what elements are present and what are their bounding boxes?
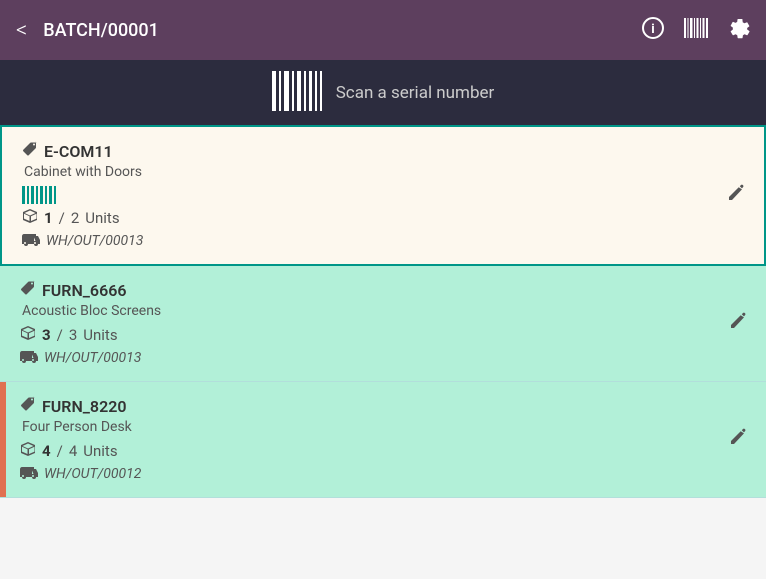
product-qty-row: 1 / 2 Units xyxy=(22,208,696,228)
product-list: E-COM11 Cabinet with Doors xyxy=(0,125,766,498)
qty-done: 4 xyxy=(42,442,51,460)
header-icons: i xyxy=(642,17,750,44)
box-icon xyxy=(20,441,36,461)
app-header: < BATCH/00001 i xyxy=(0,0,766,60)
product-id: E-COM11 xyxy=(44,142,113,161)
product-card: E-COM11 Cabinet with Doors xyxy=(0,125,766,266)
product-qty-row: 3 / 3 Units xyxy=(20,325,698,345)
product-id: FURN_8220 xyxy=(42,397,127,416)
box-icon xyxy=(22,208,38,228)
qty-total: 2 xyxy=(71,209,79,227)
box-icon xyxy=(20,325,36,345)
info-icon[interactable]: i xyxy=(642,17,664,44)
scan-bar: Scan a serial number xyxy=(0,60,766,125)
product-id-row: E-COM11 xyxy=(22,141,696,161)
product-order-row: WH/OUT/00012 xyxy=(20,465,698,483)
edit-button[interactable] xyxy=(710,382,766,497)
product-qty-row: 4 / 4 Units xyxy=(20,441,698,461)
qty-done: 1 xyxy=(44,209,53,227)
product-id: FURN_6666 xyxy=(42,281,127,300)
edit-button[interactable] xyxy=(710,266,766,381)
product-order-row: WH/OUT/00013 xyxy=(22,232,696,250)
qty-unit: Units xyxy=(85,209,119,227)
product-description: Acoustic Bloc Screens xyxy=(20,303,698,319)
truck-icon xyxy=(20,349,38,367)
order-ref: WH/OUT/00013 xyxy=(44,350,141,366)
qty-unit: Units xyxy=(83,442,117,460)
pencil-icon xyxy=(726,183,746,208)
product-description: Four Person Desk xyxy=(20,419,698,435)
scan-prompt-text: Scan a serial number xyxy=(336,83,495,103)
product-card: FURN_6666 Acoustic Bloc Screens 3 / 3 Un… xyxy=(0,266,766,382)
card-content: E-COM11 Cabinet with Doors xyxy=(8,127,708,264)
truck-icon xyxy=(20,465,38,483)
card-content: FURN_8220 Four Person Desk 4 / 4 Units xyxy=(6,382,710,497)
order-ref: WH/OUT/00012 xyxy=(44,466,141,482)
qty-done: 3 xyxy=(42,326,51,344)
tag-icon xyxy=(22,141,38,161)
svg-text:i: i xyxy=(651,22,654,37)
qty-separator: / xyxy=(57,326,63,344)
scan-barcode-icon xyxy=(272,71,322,115)
product-card: FURN_8220 Four Person Desk 4 / 4 Units xyxy=(0,382,766,498)
product-id-row: FURN_8220 xyxy=(20,396,698,416)
card-content: FURN_6666 Acoustic Bloc Screens 3 / 3 Un… xyxy=(6,266,710,381)
tag-icon xyxy=(20,280,36,300)
edit-button[interactable] xyxy=(708,127,764,264)
pencil-icon xyxy=(728,311,748,336)
truck-icon xyxy=(22,232,40,250)
product-description: Cabinet with Doors xyxy=(22,164,696,180)
order-ref: WH/OUT/00013 xyxy=(46,233,143,249)
barcode-icon[interactable] xyxy=(684,18,708,43)
page-title: BATCH/00001 xyxy=(43,20,630,41)
back-button[interactable]: < xyxy=(16,18,27,43)
settings-icon[interactable] xyxy=(728,17,750,44)
qty-separator: / xyxy=(59,209,65,227)
tag-icon xyxy=(20,396,36,416)
qty-total: 4 xyxy=(69,442,77,460)
qty-unit: Units xyxy=(83,326,117,344)
pencil-icon xyxy=(728,427,748,452)
product-order-row: WH/OUT/00013 xyxy=(20,349,698,367)
product-barcode-row xyxy=(22,186,696,204)
qty-separator: / xyxy=(57,442,63,460)
mini-barcode-icon xyxy=(22,186,58,204)
qty-total: 3 xyxy=(69,326,77,344)
product-id-row: FURN_6666 xyxy=(20,280,698,300)
